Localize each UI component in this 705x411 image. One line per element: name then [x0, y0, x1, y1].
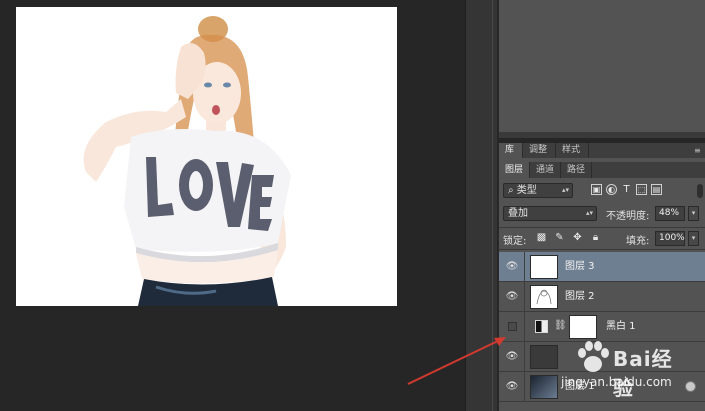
- layer-thumbnail: [530, 345, 558, 369]
- eye-icon[interactable]: 👁︎: [503, 260, 521, 274]
- layer-row-3[interactable]: 👁︎ 图层 3: [499, 252, 705, 282]
- tab-styles[interactable]: 样式: [556, 143, 590, 158]
- layer-divider: [524, 342, 525, 372]
- lock-row: 锁定: ▩ ✎ ✥ 🔒︎ 填充: 100% ▾: [503, 231, 703, 247]
- chevron-updown-icon: ▴▾: [585, 209, 593, 217]
- tab-channels[interactable]: 通道: [530, 162, 562, 178]
- layer-thumbnail: [530, 375, 558, 399]
- filter-kind-value: 类型: [516, 185, 537, 196]
- smart-object-badge-icon: [685, 381, 696, 392]
- lock-transparent-pixels-icon[interactable]: ▩: [536, 232, 547, 244]
- layers-panel: 库 调整 样式 ≡ 图层 通道 路径 ⌕ 类型 ▴▾ ▣ ◐ T ⬚ ▤ 叠加 …: [498, 143, 705, 411]
- fill-label: 填充:: [626, 236, 650, 247]
- opacity-input[interactable]: 48%: [655, 206, 685, 221]
- top-tab-group: 库 调整 样式: [499, 143, 705, 158]
- layer-name[interactable]: 黑白 1: [606, 312, 636, 342]
- layer-divider: [524, 252, 525, 282]
- type-filter-icon[interactable]: T: [621, 184, 632, 195]
- layer-row-bw-adjustment[interactable]: ⛓︎ 黑白 1: [499, 312, 705, 342]
- layer-thumbnail: [530, 255, 558, 279]
- shape-filter-icon[interactable]: ⬚: [636, 184, 647, 195]
- panel-separator[interactable]: [499, 132, 705, 138]
- visibility-toggle-off[interactable]: [508, 322, 517, 331]
- blend-row: 叠加 ▴▾ 不透明度: 48% ▾: [503, 206, 703, 222]
- divider: [499, 227, 705, 228]
- layer-divider: [524, 372, 525, 402]
- eye-icon[interactable]: 👁︎: [503, 350, 521, 364]
- layer-name[interactable]: 图层 3: [565, 252, 595, 282]
- filter-icons: ▣ ◐ T ⬚ ▤: [591, 184, 662, 195]
- blend-mode-value: 叠加: [508, 208, 528, 219]
- tab-paths[interactable]: 路径: [561, 162, 593, 178]
- layer-divider: [524, 312, 525, 342]
- smart-object-filter-icon[interactable]: ▤: [651, 184, 662, 195]
- layer-row-2[interactable]: 👁︎ 图层 2: [499, 282, 705, 312]
- search-icon: ⌕: [508, 185, 514, 196]
- layer-name[interactable]: 图层 1: [565, 372, 595, 402]
- image-filter-icon[interactable]: ▣: [591, 184, 602, 195]
- tab-layers[interactable]: 图层: [499, 162, 531, 178]
- black-white-adjustment-icon: [535, 320, 548, 333]
- photo-illustration: [16, 7, 397, 306]
- layer-name[interactable]: 图层 2: [565, 282, 595, 312]
- layer-thumbnail: [530, 285, 558, 309]
- layer-row-1[interactable]: 👁︎ 图层 1: [499, 372, 705, 402]
- blend-mode-select[interactable]: 叠加 ▴▾: [503, 206, 597, 221]
- document-image[interactable]: [16, 7, 397, 306]
- layer-list: 👁︎ 图层 3 👁︎ 图层 2 ⛓︎ 黑白 1 👁︎ 👁︎ 图层 1: [499, 252, 705, 411]
- panel-menu-icon[interactable]: ≡: [694, 146, 703, 155]
- opacity-dropdown-icon[interactable]: ▾: [688, 206, 699, 221]
- layer-filter-row: ⌕ 类型 ▴▾ ▣ ◐ T ⬚ ▤: [503, 183, 703, 199]
- dock-grip[interactable]: [492, 0, 493, 411]
- adjustment-filter-icon[interactable]: ◐: [606, 184, 617, 195]
- sketch-thumbnail-icon: [536, 289, 552, 305]
- lock-position-icon[interactable]: ✥: [572, 232, 583, 244]
- divider: [499, 249, 705, 250]
- lock-image-pixels-icon[interactable]: ✎: [554, 232, 565, 244]
- link-chain-icon[interactable]: ⛓︎: [554, 320, 567, 331]
- tab-adjustments[interactable]: 调整: [523, 143, 557, 158]
- lock-label: 锁定:: [503, 236, 527, 247]
- fill-dropdown-icon[interactable]: ▾: [688, 231, 699, 246]
- lock-all-icon[interactable]: 🔒︎: [590, 232, 601, 244]
- eye-icon[interactable]: 👁︎: [503, 380, 521, 394]
- tab-libraries[interactable]: 库: [499, 143, 524, 158]
- document-canvas-area[interactable]: [0, 0, 465, 411]
- eye-icon[interactable]: 👁︎: [503, 290, 521, 304]
- layer-mask-thumbnail[interactable]: [569, 315, 597, 339]
- lock-icons: ▩ ✎ ✥ 🔒︎: [536, 232, 601, 244]
- chevron-updown-icon: ▴▾: [561, 186, 569, 194]
- upper-panel-empty: [498, 0, 705, 138]
- layer-divider: [524, 282, 525, 312]
- layer-row-4[interactable]: 👁︎: [499, 342, 705, 372]
- filter-toggle[interactable]: [697, 184, 703, 198]
- dock-collapse-strip: [465, 0, 497, 411]
- filter-kind-select[interactable]: ⌕ 类型 ▴▾: [503, 183, 573, 198]
- fill-input[interactable]: 100%: [655, 231, 685, 246]
- opacity-label: 不透明度:: [606, 211, 650, 222]
- layers-tab-group: 图层 通道 路径: [499, 162, 705, 178]
